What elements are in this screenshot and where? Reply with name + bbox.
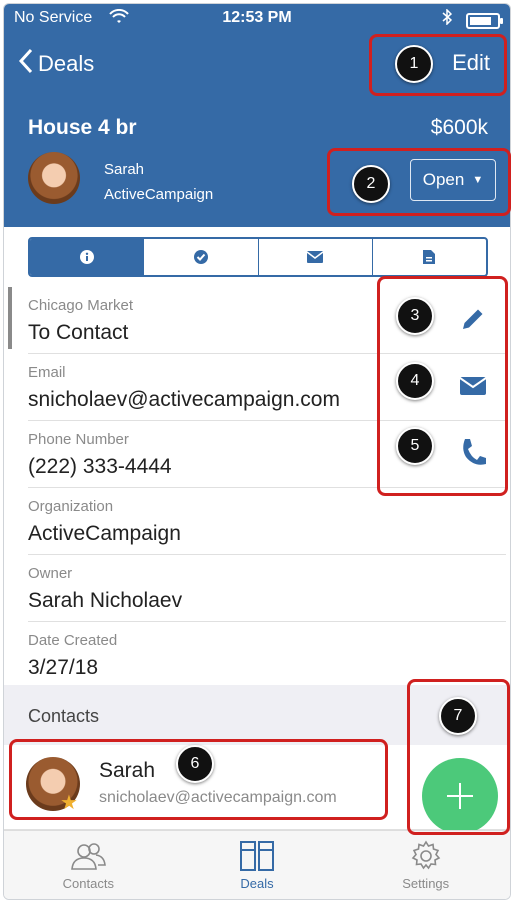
deal-status-label: Open	[422, 170, 465, 189]
send-email-button[interactable]	[458, 371, 488, 401]
pencil-icon	[463, 309, 483, 329]
field-value: snicholaev@activecampaign.com	[28, 388, 340, 411]
field-label: Phone Number	[28, 431, 129, 448]
detail-tabs	[28, 237, 488, 277]
callout-badge: 1	[395, 45, 433, 83]
status-bar: No Service 12:53 PM	[14, 8, 503, 30]
clock-label: 12:53 PM	[222, 9, 292, 26]
field-date-created: Date Created 3/27/18	[28, 622, 506, 685]
field-label: Date Created	[28, 632, 118, 649]
field-phone: Phone Number (222) 333-4444	[28, 421, 506, 488]
contacts-section-header: Contacts	[4, 685, 510, 745]
star-icon: ★	[60, 792, 78, 814]
gear-icon	[411, 840, 440, 870]
field-value: To Contact	[28, 321, 129, 344]
field-owner: Owner Sarah Nicholaev	[28, 555, 506, 622]
file-icon	[423, 250, 436, 264]
contacts-section-title: Contacts	[28, 706, 100, 726]
callout-badge: 5	[396, 427, 434, 465]
tabbar-label: Contacts	[62, 876, 114, 891]
field-label: Organization	[28, 498, 114, 515]
call-phone-button[interactable]	[458, 437, 488, 467]
field-value: 3/27/18	[28, 656, 99, 679]
callout-badge: 2	[352, 165, 390, 203]
tab-info[interactable]	[30, 239, 144, 275]
tabbar-contacts[interactable]: Contacts	[4, 831, 173, 899]
field-value: (222) 333-4444	[28, 455, 172, 478]
callout-badge: 4	[396, 362, 434, 400]
owner-name: Sarah	[104, 161, 145, 178]
field-email: Email snicholaev@activecampaign.com	[28, 354, 506, 421]
back-label: Deals	[38, 51, 95, 76]
wifi-icon	[109, 8, 129, 30]
carrier-label: No Service	[14, 9, 93, 26]
tabbar-label: Deals	[240, 876, 274, 891]
add-button[interactable]	[422, 758, 498, 834]
owner-company: ActiveCampaign	[104, 186, 214, 203]
edit-button[interactable]: Edit	[452, 50, 490, 76]
field-value: Sarah Nicholaev	[28, 589, 183, 612]
field-label: Owner	[28, 565, 73, 582]
field-label: Chicago Market	[28, 297, 134, 314]
field-label: Email	[28, 364, 66, 381]
deals-icon	[240, 841, 274, 871]
bottom-tab-bar: Contacts Deals Settings	[4, 830, 510, 899]
bluetooth-icon	[442, 8, 453, 30]
deal-status-dropdown[interactable]: Open ▼	[410, 159, 496, 201]
battery-icon	[466, 13, 503, 29]
mail-icon	[306, 251, 324, 263]
phone-icon	[463, 439, 486, 465]
contacts-icon	[71, 843, 107, 870]
plus-icon	[447, 783, 473, 809]
callout-badge: 7	[439, 697, 477, 735]
field-stage: Chicago Market To Contact	[28, 287, 506, 354]
callout-badge: 6	[176, 745, 214, 783]
tabbar-deals[interactable]: Deals	[173, 831, 342, 899]
deal-value: $600k	[430, 116, 488, 139]
deal-title: House 4 br	[28, 116, 137, 139]
caret-down-icon: ▼	[472, 174, 484, 186]
tab-tasks[interactable]	[143, 239, 257, 275]
tabbar-label: Settings	[402, 876, 450, 891]
tab-email[interactable]	[257, 239, 372, 275]
field-value: ActiveCampaign	[28, 522, 181, 545]
contact-name: Sarah	[99, 759, 156, 782]
owner-avatar	[28, 152, 80, 204]
app-frame: No Service 12:53 PM Deals Edit House 4 b…	[3, 3, 511, 900]
info-icon	[79, 250, 94, 264]
field-organization: Organization ActiveCampaign	[28, 488, 506, 555]
envelope-icon	[459, 377, 487, 395]
contact-email: snicholaev@activecampaign.com	[99, 789, 337, 806]
back-button[interactable]: Deals	[18, 48, 94, 80]
tabbar-settings[interactable]: Settings	[341, 831, 510, 899]
tab-notes[interactable]	[371, 239, 486, 275]
chevron-left-icon	[18, 48, 34, 80]
deal-header: No Service 12:53 PM Deals Edit House 4 b…	[4, 4, 510, 227]
check-icon	[193, 250, 208, 264]
stage-marker	[8, 287, 12, 349]
callout-badge: 3	[396, 297, 434, 335]
edit-stage-button[interactable]	[458, 304, 488, 334]
